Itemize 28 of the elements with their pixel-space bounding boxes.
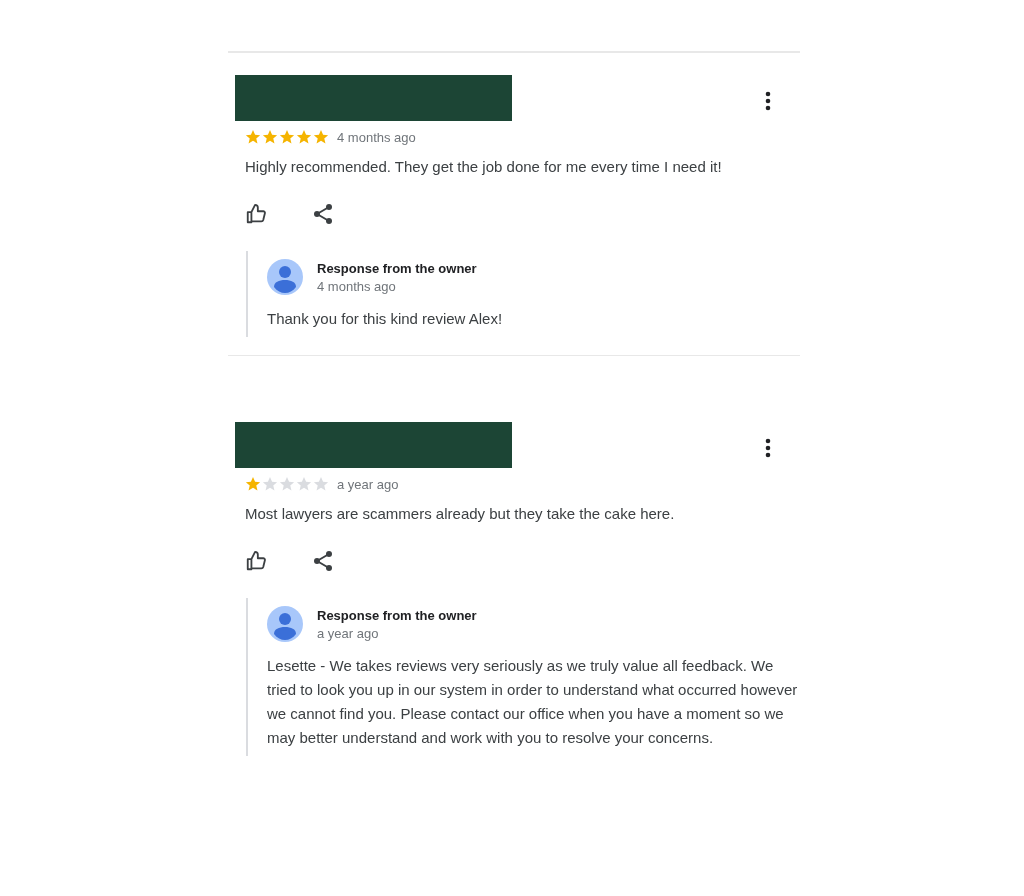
review-text: Highly recommended. They get the job done for me every time I need it!: [245, 157, 723, 177]
star-icon: [296, 476, 312, 492]
more-options-icon[interactable]: [765, 438, 771, 458]
star-icon: [245, 129, 261, 145]
avatar-icon: [267, 606, 303, 642]
star-icon: [296, 129, 312, 145]
star-icon: [279, 476, 295, 492]
thumbs-up-icon[interactable]: [245, 203, 267, 225]
avatar-icon: [267, 259, 303, 295]
response-time: 4 months ago: [317, 278, 397, 294]
response-text: Thank you for this kind review Alex!: [267, 309, 504, 329]
star-icon: [313, 129, 329, 145]
response-text: Lesette - We takes reviews very seriously as we truly value all feedback. We tried to look you up in our system in order to understand what occurred however we cannot find you. Please contact our office when you have a moment so we may better understand and work with you to resolve your concerns.: [267, 656, 799, 748]
review-text: Most lawyers are scammers already but they take the cake here.: [245, 504, 676, 524]
review-time: 4 months ago: [337, 129, 416, 145]
response-title: Response from the owner: [317, 260, 477, 276]
review-time: a year ago: [337, 476, 399, 492]
star-icon: [262, 129, 278, 145]
more-options-icon[interactable]: [765, 91, 771, 111]
star-icon: [279, 129, 295, 145]
star-icon: [245, 476, 261, 492]
response-time: a year ago: [317, 625, 380, 641]
response-title: Response from the owner: [317, 607, 477, 623]
share-icon[interactable]: [313, 550, 333, 572]
thumbs-up-icon[interactable]: [245, 550, 267, 572]
star-icon: [313, 476, 329, 492]
star-icon: [262, 476, 278, 492]
share-icon[interactable]: [313, 203, 333, 225]
